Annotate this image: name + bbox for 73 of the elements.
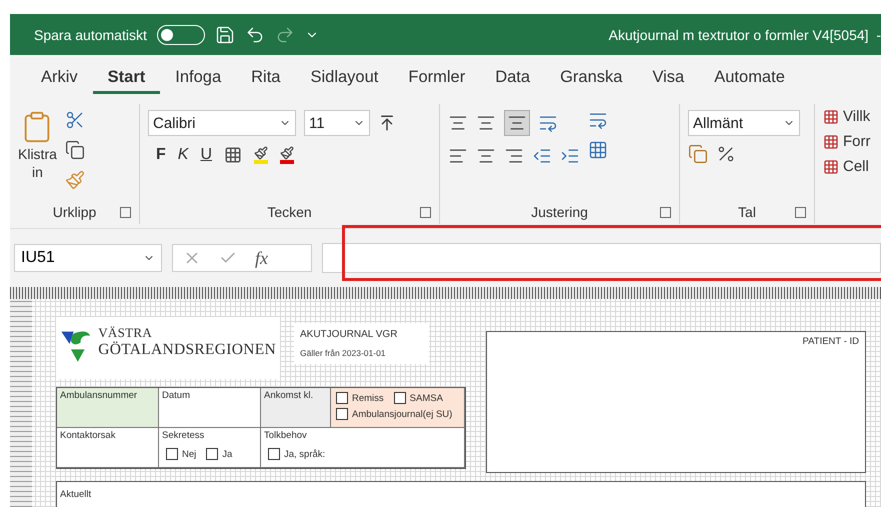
checkbox-label: Ambulansjournal(ej SU) [352,408,452,420]
logo-text: GÖTALANDSREGIONEN [98,341,276,359]
ribbon-tab[interactable]: Data [480,62,546,94]
ribbon-tab[interactable]: Rita [236,62,296,94]
table-icon [823,158,839,174]
styles-button[interactable]: Forr [823,133,870,150]
paste-sub-label[interactable]: in [32,164,43,180]
checkbox-label: Remiss [352,392,384,404]
group-label: Justering [531,204,588,220]
font-size-field[interactable]: 11 [304,110,370,136]
group-label: Urklipp [52,204,96,220]
table-icon [823,108,839,124]
group-label: Tecken [267,204,312,220]
redo-icon[interactable] [274,24,295,44]
underline-button[interactable]: U [200,146,212,164]
checkbox[interactable] [336,392,348,404]
merge-cells-icon[interactable] [588,140,608,160]
checkbox[interactable] [206,448,218,460]
table-icon [823,134,839,150]
format-painter-icon[interactable] [64,170,85,190]
bold-button[interactable]: F [156,146,166,164]
checkbox-label: Nej [182,448,196,460]
field-label: Ankomst kl. [264,390,314,401]
borders-icon[interactable] [224,146,242,164]
dialog-launcher-icon[interactable] [120,207,131,218]
checkbox[interactable] [268,448,280,460]
checkbox[interactable] [166,448,178,460]
styles-button[interactable]: Cell [823,158,869,175]
font-color-icon[interactable] [280,146,294,164]
valid-from-text: Gäller från 2023-01-01 [300,348,387,358]
bottom-align-button[interactable] [504,110,530,136]
dialog-launcher-icon[interactable] [660,207,671,218]
field-label: Kontaktorsak [60,430,116,441]
checkbox-label: SAMSA [410,392,443,404]
ribbon-tab[interactable]: Infoga [160,62,236,94]
section-label: Aktuellt [60,489,92,500]
ribbon-tab[interactable]: Formler [393,62,480,94]
checkbox-label: Ja [222,448,232,460]
fill-color-icon[interactable] [254,146,268,164]
ribbon-tab[interactable]: Automate [699,62,800,94]
checkbox[interactable] [394,392,406,404]
dialog-launcher-icon[interactable] [795,207,806,218]
group-label: Tal [738,204,756,220]
ribbon-tab[interactable]: Start [92,62,160,94]
percent-icon[interactable] [716,144,736,164]
form-title: AKUTJOURNAL VGR [300,329,398,340]
ribbon-tab[interactable]: Visa [637,62,700,94]
field-label: Datum [162,390,191,401]
patient-id-label: PATIENT - ID [802,336,859,348]
font-name-field[interactable]: Calibri [148,110,296,136]
checkbox-label: Ja, språk: [284,448,326,460]
field-label: Tolkbehov [264,430,308,441]
dialog-launcher-icon[interactable] [420,207,431,218]
ribbon-tab[interactable]: Granska [545,62,638,94]
autosave-toggle[interactable] [156,24,205,44]
number-format-field[interactable]: Allmänt [688,110,800,136]
insert-function-button[interactable]: fx [255,248,268,268]
paste-label[interactable]: Klistra [18,146,57,162]
ribbon-tab[interactable]: Arkiv [26,62,93,94]
cut-icon[interactable] [64,110,85,130]
save-icon[interactable] [214,24,235,44]
logo-text: VÄSTRA [98,325,154,341]
name-box[interactable]: IU51 [14,244,162,272]
autosave-label: Spara automatiskt [34,26,147,42]
copy-icon[interactable] [64,140,85,160]
field-label: Ambulansnummer [60,390,138,401]
ribbon-tab[interactable]: Sidlayout [295,62,394,94]
styles-button[interactable]: Villk [823,108,870,125]
formula-input[interactable] [322,243,881,273]
italic-button[interactable]: K [178,146,188,164]
document-title: Akutjournal m textrutor o formler V4[5054] - [608,26,881,42]
checkbox[interactable] [336,408,348,420]
field-label: Sekretess [162,430,206,441]
